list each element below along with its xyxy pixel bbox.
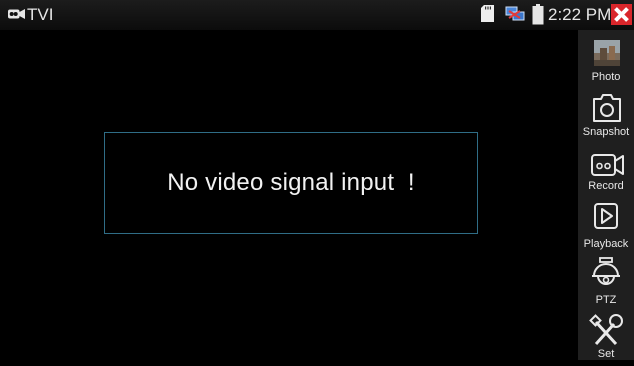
status-bar: TVI 2:22 PM xyxy=(0,0,634,30)
playback-button[interactable]: Playback xyxy=(578,198,634,254)
ptz-button[interactable]: PTZ xyxy=(578,254,634,310)
photo-thumbnail-icon xyxy=(594,40,620,66)
video-preview[interactable]: No video signal input ! xyxy=(0,30,578,360)
ptz-label: PTZ xyxy=(595,294,617,306)
snapshot-button[interactable]: Snapshot xyxy=(578,86,634,142)
close-button[interactable] xyxy=(611,4,632,25)
photo-button[interactable]: Photo xyxy=(578,30,634,86)
record-button[interactable]: Record xyxy=(578,142,634,198)
app-title: TVI xyxy=(27,5,54,24)
play-icon xyxy=(594,203,618,229)
snapshot-label: Snapshot xyxy=(582,126,630,138)
sd-card-icon xyxy=(481,5,494,22)
network-icon xyxy=(505,6,525,21)
set-button[interactable]: Set xyxy=(578,310,634,366)
set-label: Set xyxy=(597,348,615,360)
photo-label: Photo xyxy=(591,71,621,83)
dome-camera-icon xyxy=(592,257,620,285)
tools-icon xyxy=(589,314,623,346)
side-toolbar: Photo Snapshot Record Playback PTZ Set xyxy=(578,30,634,360)
battery-icon xyxy=(532,4,544,25)
camera-icon xyxy=(593,94,621,122)
record-label: Record xyxy=(588,180,624,192)
no-signal-box: No video signal input ! xyxy=(104,132,478,234)
video-camera-icon xyxy=(591,154,624,176)
camera-icon xyxy=(8,9,25,19)
no-signal-message: No video signal input ! xyxy=(167,169,415,196)
clock: 2:22 PM xyxy=(548,5,612,24)
playback-label: Playback xyxy=(583,238,629,250)
